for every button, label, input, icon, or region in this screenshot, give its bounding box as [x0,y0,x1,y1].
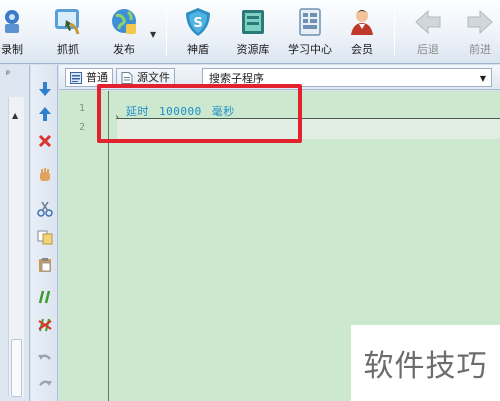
shield-icon: S [182,6,214,38]
resource-library-icon [237,6,269,38]
cut-button[interactable] [35,199,55,219]
arrow-down-icon [39,82,51,96]
tab-normal[interactable]: 普通 [65,68,113,87]
undo-icon [38,354,51,360]
tab-source-label: 源文件 [137,71,170,84]
publish-button[interactable]: 发布 [104,2,144,62]
svg-text:S: S [193,16,202,31]
grab-button[interactable]: 抓抓 [48,2,88,62]
learning-center-icon [294,6,326,38]
code-command: 延时 [126,105,149,118]
publish-dropdown-icon[interactable]: ▼ [150,30,156,39]
copy-icon [37,230,53,245]
forward-label: 前进 [469,43,491,56]
paste-button[interactable] [35,255,55,275]
pin-icon[interactable]: ᵖ [6,69,10,80]
fold-marker-icon: › [115,112,119,123]
watermark: 软件技巧 [351,325,500,401]
publish-label: 发布 [113,43,135,56]
hand-icon [40,168,50,181]
toolbar-separator [166,8,167,56]
paste-icon [39,258,51,272]
scrollbar-thumb[interactable] [11,339,22,397]
subroutine-search-combo[interactable]: 搜索子程序 ▼ [202,68,492,87]
learning-center-button[interactable]: 学习中心 [284,2,336,62]
normal-view-icon [70,71,82,84]
main-toolbar: 录制 抓抓 发布 ▼ S 神盾 资源库 学习中心 会员 后退 前进 [0,0,500,64]
undo-button[interactable] [35,349,55,369]
delete-button[interactable] [35,131,55,151]
back-arrow-icon [412,6,444,38]
source-file-icon [121,71,133,84]
subroutine-search-text: 搜索子程序 [209,71,264,85]
redo-icon [39,380,52,386]
move-up-button[interactable] [35,104,55,124]
line-number: 1 [78,103,85,114]
scroll-up-icon[interactable]: ▲ [12,111,18,120]
delete-x-icon [38,134,52,148]
record-icon [0,6,28,38]
left-dock-panel: ᵖ ▲ [0,65,30,401]
redo-button[interactable] [35,375,55,395]
forward-arrow-icon [464,6,496,38]
gutter-divider [108,91,109,401]
code-value: 100000 [159,105,202,118]
back-label: 后退 [417,43,439,56]
line-number-gutter: 1 2 [59,91,109,401]
shield-button[interactable]: S 神盾 [178,2,218,62]
tab-source[interactable]: 源文件 [116,68,175,87]
shield-label: 神盾 [187,43,209,56]
current-line-highlight [117,119,500,139]
record-label: 录制 [1,43,23,56]
hand-tool-button[interactable] [35,165,55,185]
code-line-delay[interactable]: 延时 100000 毫秒 [126,103,245,119]
member-button[interactable]: 会员 [346,2,378,62]
uncomment-button[interactable] [35,315,55,335]
learning-center-label: 学习中心 [288,43,332,56]
line-number: 2 [78,122,85,133]
record-button[interactable]: 录制 [0,2,34,62]
resource-library-button[interactable]: 资源库 [230,2,276,62]
move-down-button[interactable] [35,79,55,99]
comment-button[interactable] [35,287,55,307]
resource-library-label: 资源库 [236,43,270,56]
back-button[interactable]: 后退 [408,2,448,62]
watermark-text: 软件技巧 [363,349,488,384]
publish-icon [108,6,140,38]
dropdown-arrow-icon[interactable]: ▼ [480,74,486,83]
copy-button[interactable] [35,227,55,247]
member-icon [346,6,378,38]
editor-header: 普通 源文件 搜索子程序 ▼ [59,65,500,90]
forward-button[interactable]: 前进 [460,2,500,62]
comment-slashes-icon [38,290,51,304]
code-unit: 毫秒 [211,105,235,118]
dock-scrollbar[interactable]: ▲ [8,97,24,397]
grab-label: 抓抓 [57,43,79,56]
arrow-up-icon [39,107,51,121]
member-label: 会员 [351,43,373,56]
scissors-icon [37,201,53,217]
vertical-tool-strip [31,65,58,401]
tab-normal-label: 普通 [86,71,108,84]
toolbar-separator [394,8,395,56]
grab-icon [52,6,84,38]
uncomment-icon [38,318,52,332]
